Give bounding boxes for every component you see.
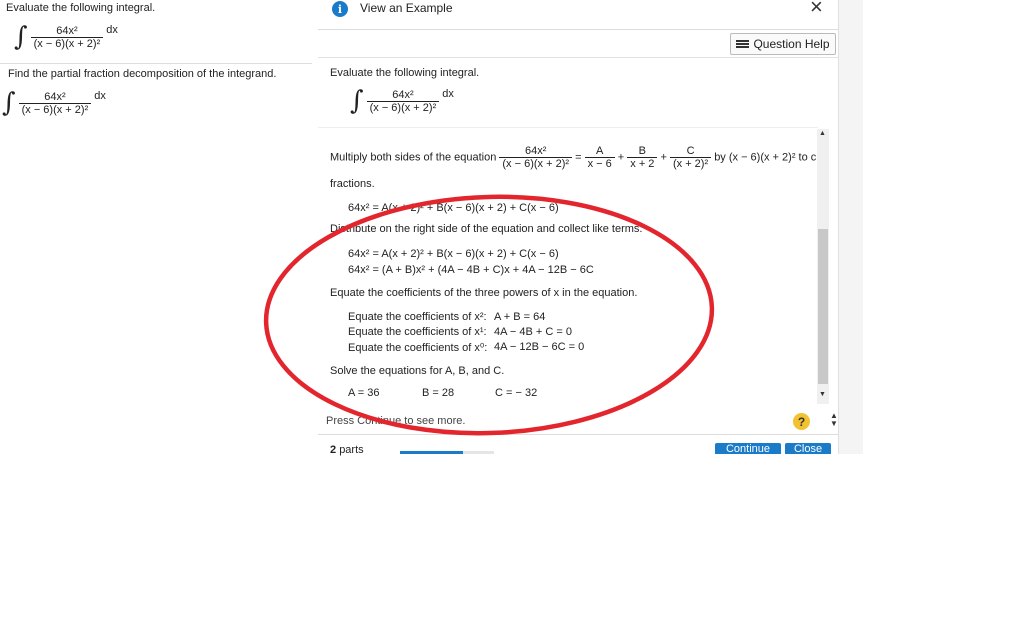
dialog-divider (318, 29, 838, 30)
content-scrollbar[interactable]: ▲ ▼ (817, 129, 829, 404)
close-icon[interactable]: × (810, 0, 823, 20)
scrollbar-thumb[interactable] (818, 229, 828, 384)
close-button[interactable]: Close (785, 443, 831, 454)
integral-sign-icon: ∫ (14, 22, 28, 52)
solve-instruction: Solve the equations for A, B, and C. (330, 365, 505, 377)
window-edge (838, 0, 863, 454)
integral-sign-icon: ∫ (350, 86, 364, 116)
coef-label-0: Equate the coefficients of x⁰: (348, 342, 488, 354)
dialog-prompt: Evaluate the following integral. (330, 67, 480, 79)
info-icon: i (332, 1, 348, 17)
left-integral-2: ∫ 64x² (x − 6)(x + 2)² dx (2, 88, 106, 118)
distribute-line-2: 64x² = (A + B)x² + (4A − 4B + C)x + 4A −… (348, 264, 594, 276)
coef-label-2: Equate the coefficients of x²: (348, 311, 487, 323)
scroll-up-icon[interactable]: ▲ (819, 130, 826, 137)
parts-progress-fill (400, 451, 463, 454)
example-dialog: i View an Example × Question Help Evalua… (318, 0, 839, 456)
coef-eq-0: 4A − 12B − 6C = 0 (494, 341, 585, 353)
question-help-icon (736, 39, 750, 49)
divider (0, 63, 312, 64)
coef-eq-2: A + B = 64 (494, 311, 546, 323)
equate-instruction: Equate the coefficients of the three pow… (330, 287, 638, 299)
continue-button[interactable]: Continue (715, 443, 781, 454)
left-panel: Evaluate the following integral. ∫ 64x² … (0, 0, 312, 130)
example-content: Multiply both sides of the equation 64x²… (318, 127, 818, 408)
solution-c: C = − 32 (495, 387, 538, 399)
dialog-integral: ∫ 64x² (x − 6)(x + 2)² dx (350, 86, 454, 116)
parts-label: 2 parts (330, 444, 364, 456)
left-integral: ∫ 64x² (x − 6)(x + 2)² dx (14, 22, 118, 52)
solution-a: A = 36 (348, 387, 380, 399)
left-subprompt: Find the partial fraction decomposition … (8, 68, 277, 80)
press-continue-text: Press Continue to see more. (326, 415, 466, 427)
parts-progress-bar (400, 451, 494, 454)
dialog-divider-2 (318, 57, 838, 58)
solution-b: B = 28 (422, 387, 455, 399)
question-help-button[interactable]: Question Help (730, 33, 836, 55)
cleared-equation: 64x² = A(x + 2)² + B(x − 6)(x + 2) + C(x… (348, 202, 559, 214)
footer-divider (318, 434, 838, 435)
coef-eq-1: 4A − 4B + C = 0 (494, 326, 572, 338)
integral-sign-icon: ∫ (2, 88, 16, 118)
left-prompt: Evaluate the following integral. (6, 2, 156, 14)
dialog-title: View an Example (360, 1, 453, 15)
fractions-word: fractions. (330, 178, 375, 190)
coef-label-1: Equate the coefficients of x¹: (348, 326, 487, 338)
distribute-instruction: Distribute on the right side of the equa… (330, 223, 643, 235)
scroll-down-icon[interactable]: ▼ (819, 391, 826, 398)
help-scroll-arrows[interactable]: ▲ ▼ (830, 412, 838, 428)
distribute-line-1: 64x² = A(x + 2)² + B(x − 6)(x + 2) + C(x… (348, 248, 559, 260)
help-icon[interactable]: ? (793, 413, 810, 430)
multiply-line: Multiply both sides of the equation 64x²… (330, 145, 818, 170)
